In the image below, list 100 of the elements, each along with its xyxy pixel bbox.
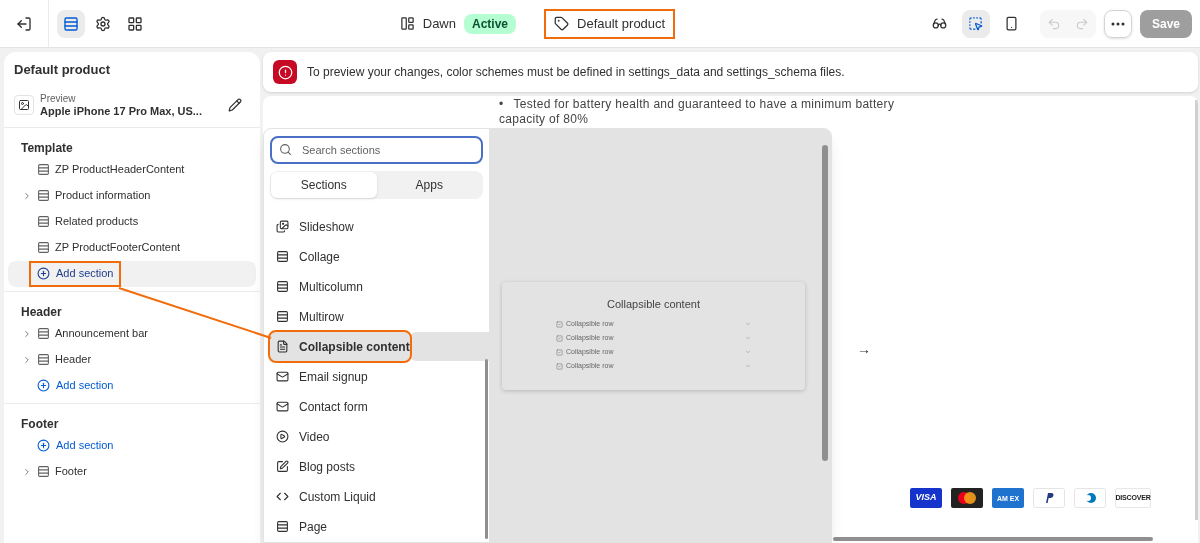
checkbox-icon — [556, 320, 563, 328]
chevron-icon[interactable] — [22, 354, 32, 365]
undo-icon — [1046, 16, 1061, 31]
section-label: ZP ProductHeaderContent — [55, 162, 185, 178]
bullet: • — [499, 97, 504, 112]
section-icon — [276, 280, 289, 293]
add-section-link[interactable]: Add section — [29, 260, 122, 287]
banner-text: To preview your changes, color schemes must be defined in settings_data and settings_schema files. — [307, 64, 845, 81]
section-label: Announcement bar — [55, 326, 148, 342]
envelope-icon — [276, 370, 289, 383]
rows-icon — [63, 15, 79, 32]
add-section-row[interactable]: Add section — [8, 432, 256, 459]
section-option[interactable]: Multirow — [270, 302, 475, 331]
section-item[interactable]: ZP ProductHeaderContent — [8, 156, 256, 183]
plus-icon — [37, 267, 50, 280]
card-logo: VISA — [910, 488, 942, 508]
chevron-icon — [745, 335, 751, 341]
tab[interactable]: Sections — [271, 172, 377, 198]
section-item[interactable]: Product information — [8, 182, 256, 209]
preview-text: capacity of 80% — [499, 112, 589, 127]
section-icon — [37, 189, 50, 202]
redo-icon — [1074, 16, 1089, 31]
panel-title: Default product — [14, 61, 112, 79]
section-icon — [276, 250, 289, 263]
pointer-icon — [968, 16, 984, 31]
add-section-row[interactable]: Add section — [8, 260, 256, 287]
section-option[interactable]: Slideshow — [270, 212, 475, 241]
card-logo-icon — [1033, 488, 1065, 508]
tab[interactable]: Apps — [376, 172, 482, 198]
section-label: Footer — [55, 464, 87, 480]
document-icon — [276, 340, 289, 353]
section-icon — [37, 163, 50, 176]
play-icon — [276, 430, 289, 443]
add-section-link[interactable]: Add section — [29, 372, 122, 399]
section-icon — [37, 241, 50, 254]
theme-icon — [399, 16, 415, 31]
section-icon — [37, 353, 50, 366]
section-label: Product information — [55, 188, 151, 204]
section-option[interactable]: Custom Liquid — [270, 482, 475, 511]
card-logo-icon — [951, 488, 983, 508]
add-section-link[interactable]: Add section — [29, 432, 122, 459]
card-title: Collapsible content — [607, 296, 700, 312]
checkbox-icon — [556, 362, 563, 370]
section-item[interactable]: Announcement bar — [8, 320, 256, 347]
chevron-icon[interactable] — [22, 328, 32, 339]
edit-icon[interactable] — [228, 97, 242, 112]
image-icon — [14, 94, 34, 115]
chevron-icon — [745, 321, 751, 327]
section-icon — [37, 215, 50, 228]
preview-product: Apple iPhone 17 Pro Max, US... — [40, 104, 203, 117]
section-item[interactable]: Header — [8, 346, 256, 373]
grid-icon — [127, 15, 143, 32]
select-button[interactable] — [961, 9, 990, 38]
status-badge: Active — [464, 13, 517, 34]
chevron-icon — [745, 363, 751, 369]
chevron-icon[interactable] — [22, 466, 32, 477]
phone-icon — [1004, 16, 1020, 31]
more-icon — [1110, 21, 1125, 26]
exit-icon[interactable] — [16, 15, 32, 32]
section-option[interactable]: Collage — [270, 242, 475, 271]
section-icon — [276, 520, 289, 533]
section-option[interactable]: Page — [270, 512, 475, 541]
section-icon — [37, 327, 50, 340]
add-section-row[interactable]: Add section — [8, 372, 256, 399]
glasses-icon — [932, 16, 948, 31]
section-option[interactable]: Multicolumn — [270, 272, 475, 301]
plus-icon — [37, 379, 50, 392]
alert-icon — [273, 60, 297, 84]
plus-icon — [37, 439, 50, 452]
section-item[interactable]: Related products — [8, 208, 256, 235]
arrow-text: → — [857, 340, 871, 359]
section-icon — [37, 465, 50, 478]
section-label: Header — [55, 352, 92, 368]
section-label: Related products — [55, 214, 139, 230]
preview-label: Preview — [40, 92, 77, 105]
envelope-icon — [276, 400, 289, 413]
section-option[interactable]: Contact form — [270, 392, 475, 421]
section-item[interactable]: ZP ProductFooterContent — [8, 234, 256, 261]
group-title: Footer — [20, 415, 60, 433]
more-button[interactable] — [1103, 9, 1132, 38]
tag-icon — [554, 16, 570, 31]
sections-tab[interactable] — [57, 9, 85, 38]
section-label: ZP ProductFooterContent — [55, 240, 181, 256]
group-title: Template — [20, 139, 74, 157]
template-selector[interactable]: Default product — [544, 8, 676, 39]
theme-name: Dawn — [422, 14, 456, 33]
section-option[interactable]: Email signup — [270, 362, 475, 391]
chevron-icon — [745, 349, 751, 355]
section-option[interactable]: Video — [270, 422, 475, 451]
section-item[interactable]: Footer — [8, 458, 256, 485]
section-option[interactable]: Blog posts — [270, 452, 475, 481]
chevron-icon[interactable] — [22, 190, 32, 201]
card-logo-icon — [1074, 488, 1106, 508]
checkbox-icon — [556, 348, 563, 356]
edit-icon — [276, 460, 289, 473]
search-icon — [279, 143, 292, 156]
code-icon — [276, 490, 289, 503]
images-icon — [276, 220, 289, 233]
section-icon — [276, 310, 289, 323]
search-field[interactable]: Search sections — [270, 136, 483, 164]
